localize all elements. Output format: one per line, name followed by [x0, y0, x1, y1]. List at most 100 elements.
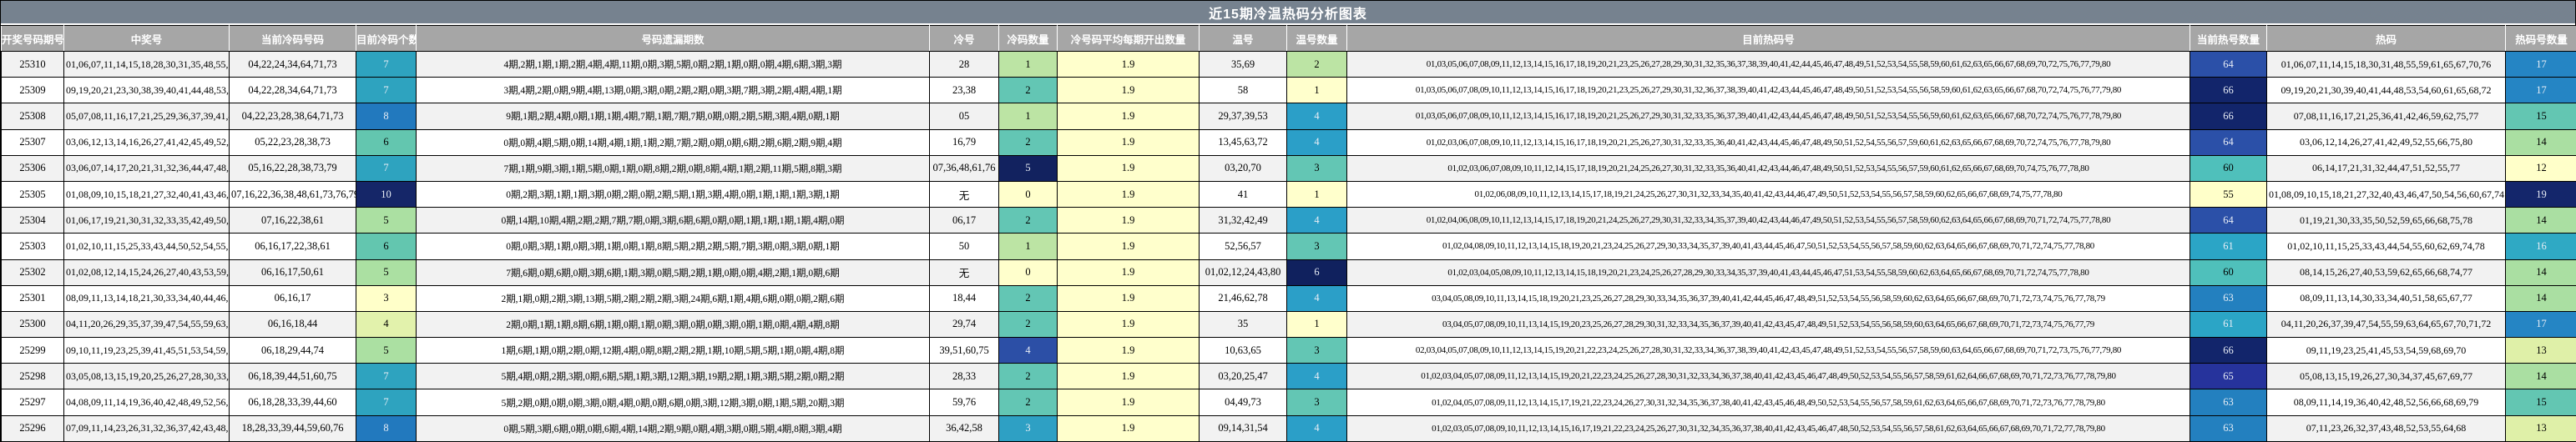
cell-hot_count: 13 — [2505, 414, 2576, 442]
cell-period: 25300 — [1, 310, 64, 339]
cell-period: 25302 — [1, 259, 64, 286]
cell-avg: 1.9 — [1057, 233, 1200, 260]
cell-cold_current: 06,16,17,50,61 — [229, 259, 356, 286]
table-row: 25299 09,10,11,19,23,25,39,41,45,51,53,54… — [1, 337, 2576, 364]
cell-cold_num: 28 — [929, 50, 999, 78]
column-header-omission: 号码遗漏期数 — [416, 25, 930, 52]
cell-cold_num_count: 1 — [998, 233, 1058, 260]
cell-warm_count: 1 — [1286, 77, 1347, 104]
cell-hot: 03,06,12,14,26,27,41,42,49,52,55,66,75,8… — [2266, 128, 2506, 156]
table-row: 25305 01,08,09,10,15,18,21,27,32,40,41,43… — [1, 180, 2576, 208]
cell-hot: 01,06,07,11,14,15,18,30,31,48,55,59,61,6… — [2266, 50, 2506, 78]
cell-hot_current_count: 61 — [2190, 233, 2267, 260]
cell-cold_count: 5 — [356, 259, 417, 286]
cell-warm: 13,45,63,72 — [1199, 128, 1287, 156]
cell-cold_count: 7 — [356, 389, 417, 416]
cell-avg: 1.9 — [1057, 389, 1200, 416]
cell-hot: 07,11,23,26,32,37,43,48,52,53,55,64,68 — [2266, 414, 2506, 442]
cell-hot_count: 19 — [2505, 180, 2576, 208]
cell-warm: 35,69 — [1199, 50, 1287, 78]
cell-hot: 01,08,09,10,15,18,21,27,32,40,43,46,47,5… — [2266, 180, 2506, 208]
cell-hot_current: 01,02,03,04,05,08,09,10,11,12,13,14,15,1… — [1346, 259, 2190, 286]
cell-cold_current: 05,16,22,28,38,73,79 — [229, 154, 356, 182]
cell-cold_num_count: 2 — [998, 284, 1058, 312]
cell-avg: 1.9 — [1057, 363, 1200, 390]
cell-winning: 01,06,07,11,14,15,18,28,30,31,35,48,55,5… — [63, 50, 230, 78]
cell-winning: 01,06,17,19,21,30,31,32,33,35,42,49,50,5… — [63, 207, 230, 234]
cell-cold_current: 07,16,22,38,61 — [229, 207, 356, 234]
cell-omission: 0期,0期,3期,1期,0期,3期,1期,0期,1期,8期,5期,2期,2期,5… — [416, 233, 930, 260]
cell-omission: 2期,1期,0期,2期,3期,13期,5期,2期,2期,2期,3期,24期,6期… — [416, 284, 930, 312]
cell-hot_count: 14 — [2505, 259, 2576, 286]
cell-cold_num: 07,36,48,61,76 — [929, 154, 999, 182]
cell-hot_current: 01,02,03,06,07,08,09,10,11,12,13,14,15,1… — [1346, 128, 2190, 156]
cell-cold_current: 06,16,17,22,38,61 — [229, 233, 356, 260]
cell-hot_current_count: 66 — [2190, 77, 2267, 104]
cell-avg: 1.9 — [1057, 310, 1200, 339]
cell-hot: 08,14,15,26,27,40,53,59,62,65,66,68,74,7… — [2266, 259, 2506, 286]
column-header-hot_current_count: 当前热号数量 — [2190, 25, 2267, 52]
cell-hot_current_count: 60 — [2190, 259, 2267, 286]
cell-cold_count: 5 — [356, 337, 417, 364]
cell-cold_current: 06,16,17 — [229, 284, 356, 312]
cell-avg: 1.9 — [1057, 414, 1200, 442]
page-title: 近15期冷温热码分析图表 — [1, 1, 2575, 25]
cell-omission: 7期,1期,9期,3期,1期,5期,0期,1期,0期,8期,2期,0期,8期,4… — [416, 154, 930, 182]
cell-warm_count: 4 — [1286, 207, 1347, 234]
cell-warm_count: 3 — [1286, 154, 1347, 182]
table-row: 25302 01,02,08,12,14,15,24,26,27,40,43,53… — [1, 259, 2576, 286]
cell-omission: 2期,0期,1期,1期,8期,6期,1期,0期,1期,0期,3期,0期,0期,3… — [416, 310, 930, 339]
cell-cold_num_count: 0 — [998, 259, 1058, 286]
cell-hot: 08,09,11,14,19,36,40,42,48,52,56,66,68,6… — [2266, 389, 2506, 416]
cell-warm: 10,63,65 — [1199, 337, 1287, 364]
cell-warm_count: 3 — [1286, 389, 1347, 416]
cell-hot_current: 01,02,04,08,09,10,11,12,13,14,15,18,19,2… — [1346, 233, 2190, 260]
cell-warm_count: 6 — [1286, 259, 1347, 286]
cell-cold_current: 04,22,23,28,38,64,71,73 — [229, 103, 356, 130]
cell-hot: 08,09,11,13,14,30,33,34,40,51,58,65,67,7… — [2266, 284, 2506, 312]
cell-hot_current: 01,03,05,06,07,08,09,10,11,12,13,14,15,1… — [1346, 103, 2190, 130]
cell-hot: 07,08,11,16,17,21,25,36,41,42,46,59,62,7… — [2266, 103, 2506, 130]
column-header-cold_count: 目前冷码个数 — [356, 25, 417, 52]
analysis-table-window: 近15期冷温热码分析图表 开奖号码期号 中奖号 当前冷码号码 目前冷码个数 号码遗漏期数… — [0, 0, 2576, 442]
cell-cold_num_count: 2 — [998, 363, 1058, 390]
cell-hot_count: 17 — [2505, 310, 2576, 339]
cell-hot_current_count: 63 — [2190, 414, 2267, 442]
cell-hot_current: 01,02,04,06,08,09,10,11,12,13,14,15,17,1… — [1346, 207, 2190, 234]
cell-cold_num: 18,44 — [929, 284, 999, 312]
cell-hot_current_count: 66 — [2190, 337, 2267, 364]
cell-cold_num_count: 2 — [998, 128, 1058, 156]
table-row: 25297 04,08,09,11,14,19,36,40,42,48,49,52… — [1, 389, 2576, 416]
column-header-winning: 中奖号 — [63, 25, 230, 52]
cell-hot_count: 12 — [2505, 154, 2576, 182]
cell-hot_current: 01,02,03,04,05,07,08,09,11,12,13,14,15,1… — [1346, 363, 2190, 390]
cell-hot: 01,19,21,30,33,35,50,52,59,65,66,68,75,7… — [2266, 207, 2506, 234]
cell-cold_current: 06,18,39,44,51,60,75 — [229, 363, 356, 390]
cell-hot: 09,11,19,23,25,41,45,53,54,59,68,69,70 — [2266, 337, 2506, 364]
column-header-cold_num_count: 冷码数量 — [998, 25, 1058, 52]
cell-cold_current: 06,18,29,44,74 — [229, 337, 356, 364]
table-row: 25306 03,06,07,14,17,20,21,31,32,36,44,47… — [1, 154, 2576, 182]
cell-avg: 1.9 — [1057, 103, 1200, 130]
cell-hot_current_count: 61 — [2190, 310, 2267, 339]
cell-warm: 03,20,25,47 — [1199, 363, 1287, 390]
cell-hot_count: 16 — [2505, 233, 2576, 260]
cell-period: 25306 — [1, 154, 64, 182]
cell-hot_current_count: 55 — [2190, 180, 2267, 208]
cell-period: 25301 — [1, 284, 64, 312]
cell-warm_count: 4 — [1286, 128, 1347, 156]
cell-hot_count: 15 — [2505, 103, 2576, 130]
column-header-warm_count: 温号数量 — [1286, 25, 1347, 52]
column-header-avg: 冷号码平均每期开出数量 — [1057, 25, 1200, 52]
table-row: 25301 08,09,11,13,14,18,21,30,33,34,40,44… — [1, 284, 2576, 312]
cell-hot_current_count: 65 — [2190, 363, 2267, 390]
cell-cold_num: 无 — [929, 259, 999, 286]
column-header-period: 开奖号码期号 — [1, 25, 64, 52]
cell-warm_count: 4 — [1286, 284, 1347, 312]
cell-warm: 35 — [1199, 310, 1287, 339]
cell-hot_current: 03,04,05,08,09,10,11,13,14,15,18,19,20,2… — [1346, 284, 2190, 312]
cell-warm: 41 — [1199, 180, 1287, 208]
cell-avg: 1.9 — [1057, 154, 1200, 182]
cell-warm_count: 4 — [1286, 103, 1347, 130]
cell-period: 25299 — [1, 337, 64, 364]
